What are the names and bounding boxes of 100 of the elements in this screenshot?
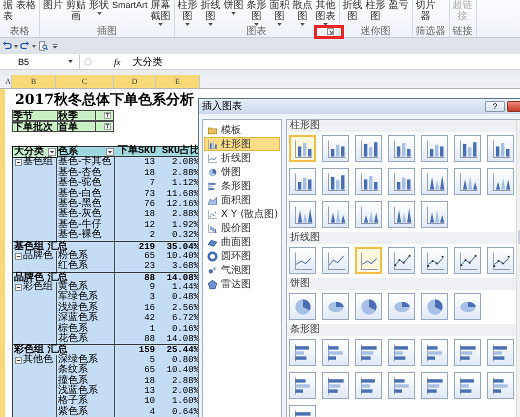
chart-type-option[interactable] (289, 247, 316, 274)
formula-input[interactable]: 大分类 (132, 54, 520, 68)
chart-type-option[interactable] (289, 201, 316, 228)
chart-category-item[interactable]: 曲面图 (204, 235, 280, 249)
collapse-icon[interactable] (15, 159, 22, 166)
chart-type-option[interactable] (322, 168, 349, 195)
filter-value[interactable]: 秋季 (58, 110, 96, 121)
chart-type-option[interactable] (454, 168, 481, 195)
chart-category-item[interactable]: 模板 (204, 123, 280, 137)
ribbon-button[interactable]: 柱形图 (178, 0, 198, 26)
chart-type-option[interactable] (388, 247, 415, 274)
chart-type-option[interactable] (355, 168, 382, 195)
chart-type-option[interactable] (421, 201, 448, 228)
ribbon-button[interactable]: 面积图 (270, 0, 290, 26)
chart-type-option[interactable] (322, 135, 349, 162)
name-box[interactable]: B5 (0, 54, 80, 68)
ribbon-button[interactable]: 折线图 (342, 0, 363, 25)
chart-type-option[interactable] (355, 372, 382, 399)
chart-category-item[interactable]: 雷达图 (204, 277, 280, 291)
chart-category-item[interactable]: 圆环图 (204, 249, 280, 263)
chart-type-option[interactable] (289, 293, 316, 320)
ribbon-button[interactable]: 据表 (3, 0, 13, 25)
redo-icon[interactable] (20, 41, 30, 51)
chart-type-option[interactable] (421, 247, 448, 274)
ribbon-button[interactable]: 图片 (43, 0, 63, 26)
chart-type-option[interactable] (355, 135, 382, 162)
chart-type-option[interactable] (421, 168, 448, 195)
chart-type-option[interactable] (388, 168, 415, 195)
chart-type-option[interactable] (289, 168, 316, 195)
filter-icon[interactable] (104, 123, 111, 130)
chart-type-option[interactable] (322, 247, 349, 274)
chart-type-option[interactable] (487, 372, 514, 399)
chart-type-option[interactable] (289, 372, 316, 399)
chart-type-option[interactable] (454, 247, 481, 274)
ribbon-button[interactable]: 屏幕截图 (150, 0, 171, 26)
collapse-icon[interactable] (15, 252, 22, 260)
chart-type-option[interactable] (454, 339, 481, 366)
insert-function-button[interactable]: fx (114, 56, 120, 66)
chart-category-item[interactable]: 气泡图 (204, 263, 280, 277)
chart-type-option[interactable] (421, 372, 448, 399)
chart-category-item[interactable]: 股价图 (204, 221, 280, 235)
chart-type-option[interactable] (487, 135, 514, 162)
chart-type-option[interactable] (454, 293, 481, 320)
ribbon-button[interactable]: 形状 (89, 0, 109, 26)
chart-type-option[interactable] (487, 339, 514, 366)
filter-value[interactable]: 首单 (58, 121, 96, 132)
chart-type-option[interactable] (322, 293, 349, 320)
chart-category-item[interactable]: 面积图 (204, 193, 280, 207)
chart-category-item[interactable]: 条形图 (204, 179, 280, 193)
ribbon-button[interactable]: 切片器 (416, 0, 436, 25)
chart-type-option[interactable] (388, 372, 415, 399)
column-header[interactable]: C (56, 75, 114, 88)
caret-icon[interactable] (14, 44, 18, 48)
chart-type-option[interactable] (355, 293, 382, 320)
chart-type-option[interactable] (487, 247, 514, 274)
ribbon-button[interactable]: 散点图 (292, 0, 313, 26)
chart-type-option[interactable] (322, 339, 349, 366)
chart-type-option[interactable] (289, 339, 316, 366)
chart-type-option[interactable] (421, 339, 448, 366)
customize-icon[interactable] (50, 41, 60, 51)
chart-type-option[interactable] (355, 339, 382, 366)
chart-type-option[interactable] (388, 293, 415, 320)
chart-type-option[interactable] (322, 372, 349, 399)
ribbon-button[interactable]: 饼图 (224, 0, 244, 26)
chart-type-option[interactable] (421, 135, 448, 162)
chart-type-option[interactable] (388, 201, 415, 228)
chart-type-option[interactable] (289, 135, 316, 162)
ribbon-button[interactable]: 折线图 (200, 0, 221, 26)
chart-type-option[interactable] (388, 135, 415, 162)
undo-icon[interactable] (2, 41, 12, 51)
ribbon-button[interactable]: 表格 (16, 0, 36, 25)
column-header[interactable]: E (156, 75, 200, 88)
chart-type-option[interactable] (454, 135, 481, 162)
chart-type-option[interactable] (388, 339, 415, 366)
dropdown-icon[interactable] (106, 148, 114, 156)
chart-type-option[interactable] (355, 247, 382, 274)
chart-category-item[interactable]: X Y (散点图) (204, 207, 280, 221)
help-button[interactable]: ? (485, 101, 505, 112)
chart-type-option[interactable] (487, 168, 514, 195)
chart-type-option[interactable] (421, 293, 448, 320)
chart-category-item[interactable]: 折线图 (204, 151, 280, 165)
ribbon-button[interactable]: 柱形图 (366, 0, 386, 25)
chart-type-option[interactable] (454, 372, 481, 399)
ribbon-button[interactable]: 条形图 (246, 0, 267, 26)
chart-category-item[interactable]: 饼图 (204, 165, 280, 179)
chart-type-option[interactable] (355, 201, 382, 228)
collapse-icon[interactable] (15, 284, 22, 291)
chart-type-option[interactable] (322, 201, 349, 228)
ribbon-button[interactable]: SmartArt (112, 0, 148, 26)
caret-icon[interactable] (32, 44, 36, 48)
column-header[interactable]: D (114, 75, 156, 88)
ribbon-button[interactable]: 盈亏 (388, 0, 409, 25)
filter-icon[interactable] (104, 112, 111, 119)
dialog-launcher-icon[interactable] (326, 28, 334, 35)
chart-category-item[interactable]: 柱形图 (204, 137, 280, 151)
dropdown-icon[interactable] (48, 148, 56, 156)
print-preview-icon[interactable] (38, 41, 48, 51)
ribbon-button[interactable]: 其他图表 (316, 0, 336, 26)
collapse-icon[interactable] (15, 356, 22, 364)
column-header[interactable]: B (12, 75, 56, 88)
